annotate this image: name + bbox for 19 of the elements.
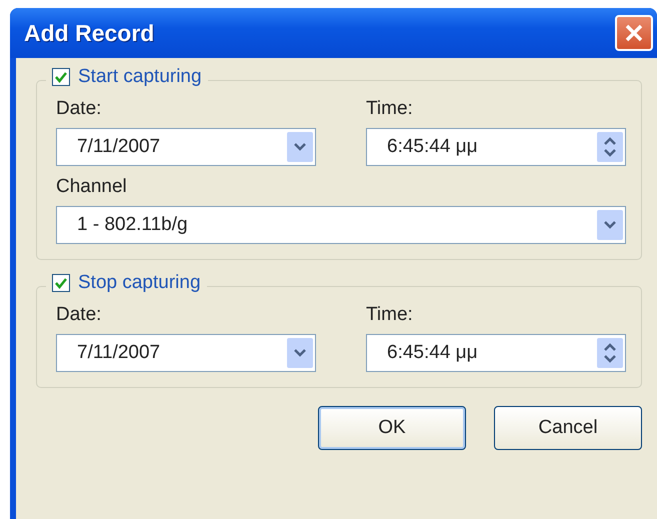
field-label: Date: <box>56 98 102 120</box>
ok-button[interactable]: OK <box>318 406 466 450</box>
dropdown-field[interactable]: 7/11/2007 <box>56 128 316 166</box>
checkbox[interactable] <box>52 274 70 292</box>
checkbox[interactable] <box>52 68 70 86</box>
field-label: Date: <box>56 304 102 326</box>
spinner-arrows-icon[interactable] <box>597 338 623 368</box>
time-spinner[interactable]: 6:45:44 μμ <box>366 128 626 166</box>
dropdown-field[interactable]: 7/11/2007 <box>56 334 316 372</box>
close-icon <box>623 22 645 44</box>
field-label: Time: <box>366 98 414 120</box>
dropdown-field[interactable]: 1 - 802.11b/g <box>56 206 626 244</box>
field-label: Time: <box>366 304 414 326</box>
close-button[interactable] <box>615 15 653 51</box>
cancel-button[interactable]: Cancel <box>494 406 642 450</box>
field-label: Channel <box>56 176 128 198</box>
window-title: Add Record <box>24 20 154 46</box>
time-spinner[interactable]: 6:45:44 μμ <box>366 334 626 372</box>
spinner-arrows-icon[interactable] <box>597 132 623 162</box>
